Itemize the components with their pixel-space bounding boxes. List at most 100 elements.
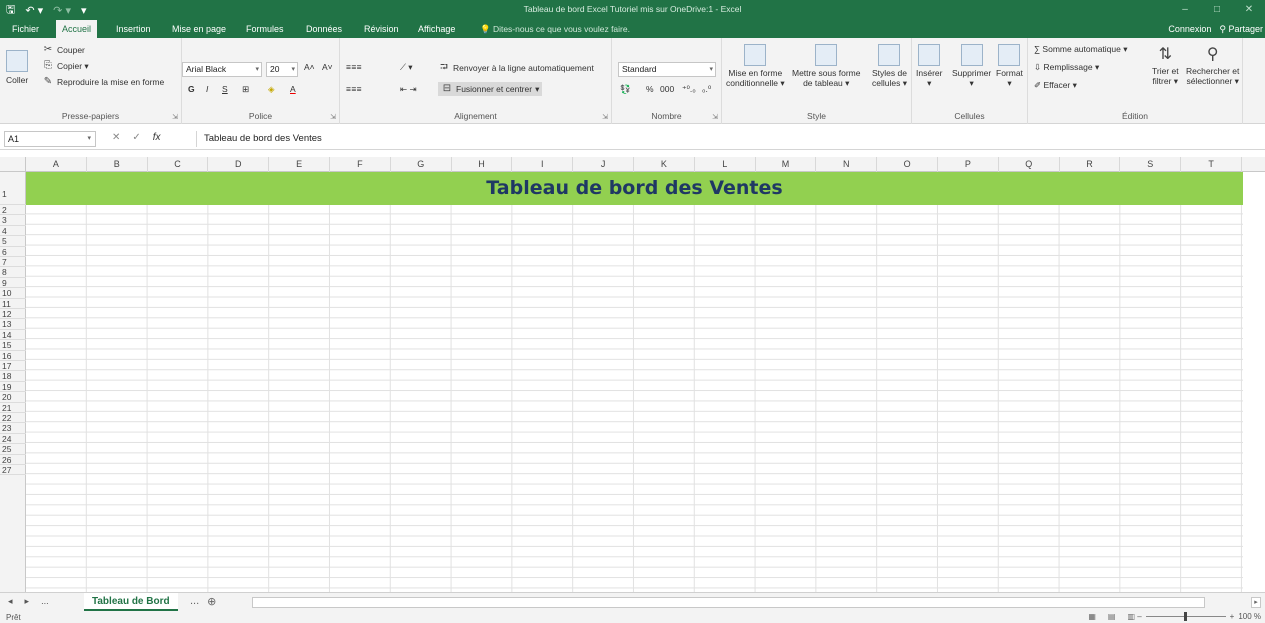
vertical-scrollbar[interactable] [1243,172,1265,592]
row-header-5[interactable]: 5 [0,236,26,247]
tab-fichier[interactable]: Fichier [6,20,45,38]
row-header-11[interactable]: 11 [0,299,26,309]
font-size-select[interactable]: 20 ▾ [266,62,298,77]
column-header-i[interactable]: I [512,157,574,172]
column-header-a[interactable]: A [26,157,87,172]
cell-area[interactable] [26,172,1265,592]
column-header-j[interactable]: J [573,157,634,172]
column-header-o[interactable]: O [877,157,938,172]
delete-button[interactable]: Supprimer ▾ [952,44,991,89]
conditional-format-button[interactable]: Mise en forme conditionnelle ▾ [726,44,785,89]
more-sheets-right[interactable]: ... [190,595,199,608]
row-header-15[interactable]: 15 [0,340,26,351]
zoom-level[interactable]: 100 % [1238,612,1261,621]
tab-mise-en-page[interactable]: Mise en page [166,20,232,38]
restore-button[interactable]: □ [1201,0,1233,20]
row-header-8[interactable]: 8 [0,267,26,278]
column-header-l[interactable]: L [695,157,756,172]
add-sheet-icon[interactable]: ⊕ [207,595,216,608]
horizontal-scrollbar[interactable] [252,597,1205,608]
format-as-table-button[interactable]: Mettre sous forme de tableau ▾ [792,44,861,89]
underline-button[interactable]: S [222,84,228,94]
align-left-icons[interactable]: ≡ ≡ ≡ [346,84,362,94]
row-header-27[interactable]: 27 [0,465,26,476]
tab-accueil[interactable]: Accueil [56,20,98,38]
tab-affichage[interactable]: Affichage [412,20,461,38]
column-header-t[interactable]: T [1181,157,1242,172]
fill-color-button[interactable]: ◈ [268,84,275,95]
column-header-p[interactable]: P [938,157,999,172]
column-header-q[interactable]: Q [999,157,1060,172]
copy-button[interactable]: ⎘ Copier ▾ [42,60,89,72]
row-header-26[interactable]: 26 [0,455,26,465]
grow-font-button[interactable]: A˄ [304,62,315,72]
page-break-icon[interactable]: ▥ [1127,612,1135,621]
insert-button[interactable]: Insérer ▾ [916,44,942,89]
dialog-launcher-icon[interactable]: ⇲ [602,113,608,121]
paste-button[interactable]: Coller [6,50,28,85]
cancel-icon[interactable]: ✕ [112,132,120,143]
row-header-9[interactable]: 9 [0,278,26,289]
bold-button[interactable]: G [188,84,195,94]
column-header-g[interactable]: G [391,157,452,172]
tab-formules[interactable]: Formules [240,20,290,38]
sort-filter-button[interactable]: ⇅ Trier et filtrer ▾ [1152,44,1179,87]
borders-button[interactable]: ⊞ [242,84,249,95]
select-all-corner[interactable] [0,157,26,172]
font-name-select[interactable]: Arial Black ▾ [182,62,262,77]
tell-me-search[interactable]: 💡 Dites-nous ce que vous voulez faire. [480,20,630,38]
tab-revision[interactable]: Révision [358,20,405,38]
zoom-thumb[interactable] [1183,612,1187,621]
thousands-button[interactable]: 000 [660,84,674,94]
column-header-n[interactable]: N [816,157,878,172]
column-header-s[interactable]: S [1120,157,1182,172]
tab-donnees[interactable]: Données [300,20,348,38]
column-header-c[interactable]: C [148,157,209,172]
row-header-14[interactable]: 14 [0,330,26,341]
row-header-7[interactable]: 7 [0,257,26,268]
row-header-18[interactable]: 18 [0,371,26,382]
merged-title-cell[interactable]: Tableau de bord des Ventes [26,172,1243,205]
normal-view-icon[interactable]: ▦ [1088,612,1096,621]
formula-input[interactable]: Tableau de bord des Ventes [204,133,322,144]
clear-button[interactable]: ✐ Effacer ▾ [1034,80,1077,91]
more-sheets-left[interactable]: ... [41,596,49,607]
row-header-16[interactable]: 16 [0,351,26,361]
column-header-h[interactable]: H [452,157,513,172]
italic-button[interactable]: I [206,84,208,94]
dialog-launcher-icon[interactable]: ⇲ [330,113,336,121]
indent-buttons[interactable]: ⇤ ⇥ [400,84,417,95]
row-header-19[interactable]: 19 [0,382,26,393]
cell-styles-button[interactable]: Styles de cellules ▾ [872,44,907,89]
fill-button[interactable]: ⇩ Remplissage ▾ [1034,62,1099,73]
worksheet-grid[interactable]: ABCDEFGHIJKLMNOPQRST 1 2 3 4 5 6 7 8 9 10 11 12 13 14… [0,157,1265,592]
column-header-b[interactable]: B [87,157,148,172]
column-header-r[interactable]: R [1060,157,1121,172]
row-header-1[interactable]: 1 [0,172,26,205]
zoom-out-icon[interactable]: – [1137,612,1141,621]
row-header-17[interactable]: 17 [0,361,26,372]
dialog-launcher-icon[interactable]: ⇲ [172,113,178,121]
column-header-d[interactable]: D [208,157,270,172]
find-select-button[interactable]: ⚲ Rechercher et sélectionner ▾ [1186,44,1239,87]
share-button[interactable]: ⚲ Partager [1219,20,1263,38]
align-top-icons[interactable]: ≡ ≡ ≡ [346,62,362,72]
row-header-24[interactable]: 24 [0,434,26,445]
row-header-12[interactable]: 12 [0,309,26,320]
column-header-f[interactable]: F [330,157,391,172]
format-painter-button[interactable]: ✎ Reproduire la mise en forme [42,76,164,88]
row-header-2[interactable]: 2 [0,205,26,216]
name-box[interactable]: A1 ▾ [4,131,96,147]
row-header-22[interactable]: 22 [0,413,26,424]
shrink-font-button[interactable]: A˅ [322,62,333,72]
page-layout-icon[interactable]: ▤ [1108,612,1116,621]
row-header-3[interactable]: 3 [0,215,26,226]
increase-decimal-button[interactable]: ⁺⁰.₀ [682,84,696,95]
row-header-23[interactable]: 23 [0,423,26,434]
scroll-right-icon[interactable]: ▸ [1251,597,1261,608]
column-header-k[interactable]: K [634,157,695,172]
row-header-20[interactable]: 20 [0,392,26,403]
column-header-e[interactable]: E [269,157,330,172]
autosum-button[interactable]: ∑ Somme automatique ▾ [1034,44,1127,55]
row-header-21[interactable]: 21 [0,403,26,413]
